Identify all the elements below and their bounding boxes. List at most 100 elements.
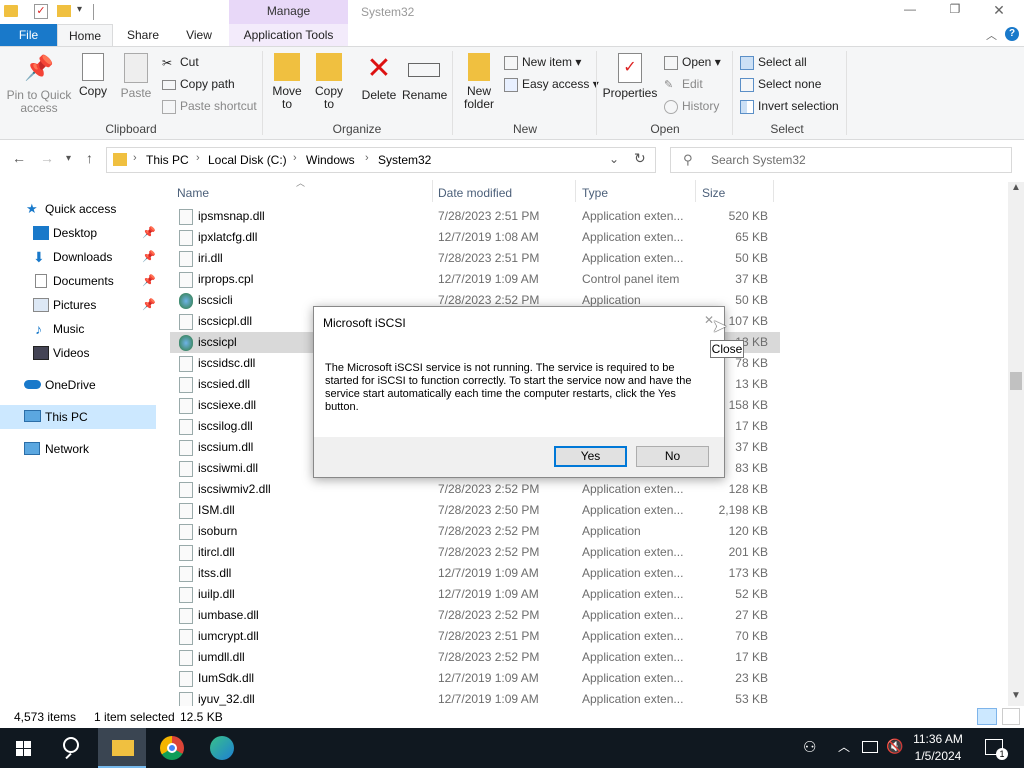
new-folder-quick-icon[interactable]	[57, 5, 71, 17]
table-row[interactable]: iumbase.dll 7/28/2023 2:52 PM Application …	[170, 605, 780, 626]
nav-onedrive[interactable]: OneDrive	[0, 373, 156, 397]
paste-shortcut-button[interactable]: Paste shortcut	[162, 97, 257, 115]
breadcrumb-chevron-icon[interactable]: ›	[196, 152, 200, 164]
details-view-icon[interactable]	[977, 708, 997, 725]
edge-taskbar-button[interactable]	[198, 728, 246, 768]
table-row[interactable]: isoburn 7/28/2023 2:52 PM Application 120 K…	[170, 521, 780, 542]
move-to-button[interactable]: Move to	[268, 53, 306, 111]
address-box[interactable]: › This PC › Local Disk (C:) › Windows › …	[106, 147, 656, 173]
forward-arrow-icon[interactable]: →	[40, 150, 54, 166]
nav-this-pc[interactable]: This PC	[0, 405, 156, 429]
yes-button[interactable]: Yes	[554, 446, 627, 467]
pin-icon[interactable]: 📌	[142, 269, 156, 293]
easy-access-button[interactable]: Easy access ▾	[504, 75, 599, 93]
nav-pictures[interactable]: Pictures 📌	[0, 293, 156, 317]
show-hidden-icons-icon[interactable]: ︿	[838, 738, 850, 755]
search-box[interactable]: ⚲ Search System32	[670, 147, 1012, 173]
column-divider[interactable]	[695, 180, 696, 202]
nav-documents[interactable]: Documents 📌	[0, 269, 156, 293]
open-button[interactable]: Open ▾	[664, 53, 721, 71]
refresh-icon[interactable]: ↻	[634, 150, 646, 167]
pin-to-quick-access-button[interactable]: 📌 Pin to Quick access	[4, 53, 74, 115]
new-folder-button[interactable]: New folder	[460, 53, 498, 111]
chrome-taskbar-button[interactable]	[148, 728, 196, 768]
recent-locations-icon[interactable]: ▾	[66, 153, 71, 164]
network-tray-icon[interactable]	[862, 741, 878, 753]
paste-button[interactable]: Paste	[118, 53, 154, 100]
table-row[interactable]: iumdll.dll 7/28/2023 2:52 PM Application e…	[170, 647, 780, 668]
search-taskbar-button[interactable]	[48, 728, 96, 768]
table-row[interactable]: iumcrypt.dll 7/28/2023 2:51 PM Application…	[170, 626, 780, 647]
vertical-scrollbar[interactable]: ▲ ▼	[1008, 182, 1024, 706]
close-window-button[interactable]: ✕	[984, 2, 1014, 19]
breadcrumb-system32[interactable]: System32	[378, 153, 431, 167]
pin-icon[interactable]: 📌	[142, 293, 156, 317]
properties-quick-icon[interactable]: ✓	[34, 4, 48, 19]
address-dropdown-icon[interactable]: ⌄	[609, 152, 619, 166]
help-icon[interactable]: ?	[1005, 27, 1019, 41]
up-arrow-icon[interactable]: ↑	[86, 150, 93, 166]
tab-file[interactable]: File	[0, 24, 57, 46]
search-input[interactable]: Search System32	[711, 153, 806, 167]
column-header-type[interactable]: Type	[582, 186, 608, 200]
column-header-date[interactable]: Date modified	[438, 186, 512, 200]
nav-network[interactable]: Network	[0, 437, 156, 461]
breadcrumb-local-disk[interactable]: Local Disk (C:)	[208, 153, 287, 167]
column-header-name[interactable]: Name	[177, 186, 209, 200]
clock-time[interactable]: 11:36 AM	[908, 732, 968, 746]
start-button[interactable]	[0, 728, 48, 768]
breadcrumb-windows[interactable]: Windows	[306, 153, 355, 167]
breadcrumb-chevron-icon[interactable]: ›	[133, 152, 137, 164]
new-item-button[interactable]: New item ▾	[504, 53, 581, 71]
column-divider[interactable]	[773, 180, 774, 202]
large-icons-view-icon[interactable]	[1002, 708, 1020, 725]
scroll-thumb[interactable]	[1010, 372, 1022, 390]
tab-share[interactable]: Share	[116, 24, 170, 46]
table-row[interactable]: iuilp.dll 12/7/2019 1:09 AM Application ex…	[170, 584, 780, 605]
scroll-up-icon[interactable]: ▲	[1011, 182, 1021, 193]
table-row[interactable]: iscsiwmiv2.dll 7/28/2023 2:52 PM Applicati…	[170, 479, 780, 500]
maximize-button[interactable]: ❐	[940, 2, 970, 16]
breadcrumb-chevron-icon[interactable]: ›	[293, 152, 297, 164]
copy-button[interactable]: Copy	[76, 53, 110, 98]
edit-button[interactable]: ✎ Edit	[664, 75, 703, 93]
volume-muted-icon[interactable]: 🔇	[886, 738, 903, 755]
nav-music[interactable]: ♪ Music	[0, 317, 156, 341]
tab-home[interactable]: Home	[57, 24, 113, 46]
clock-date[interactable]: 1/5/2024	[908, 749, 968, 763]
delete-button[interactable]: ✕ Delete	[358, 53, 400, 102]
table-row[interactable]: ipsmsnap.dll 7/28/2023 2:51 PM Application…	[170, 206, 780, 227]
breadcrumb-this-pc[interactable]: This PC	[146, 153, 189, 167]
no-button[interactable]: No	[636, 446, 709, 467]
properties-button[interactable]: ✓ Properties	[602, 53, 658, 100]
scroll-down-icon[interactable]: ▼	[1011, 690, 1021, 701]
rename-button[interactable]: Rename	[402, 53, 447, 102]
select-all-button[interactable]: Select all	[740, 53, 807, 71]
pin-icon[interactable]: 📌	[142, 245, 156, 269]
nav-quick-access[interactable]: ★ Quick access	[0, 197, 156, 221]
tab-view[interactable]: View	[174, 24, 224, 46]
copy-path-button[interactable]: Copy path	[162, 75, 235, 93]
pin-icon[interactable]: 📌	[142, 221, 156, 245]
table-row[interactable]: ISM.dll 7/28/2023 2:50 PM Application exte…	[170, 500, 780, 521]
back-arrow-icon[interactable]: ←	[12, 150, 26, 166]
customize-quick-access-icon[interactable]: ▾	[77, 4, 82, 15]
copy-to-button[interactable]: Copy to	[310, 53, 348, 111]
column-divider[interactable]	[575, 180, 576, 202]
column-divider[interactable]	[432, 180, 433, 202]
table-row[interactable]: IumSdk.dll 12/7/2019 1:09 AM Application e…	[170, 668, 780, 689]
nav-downloads[interactable]: ⬇ Downloads 📌	[0, 245, 156, 269]
cut-button[interactable]: ✂ Cut	[162, 53, 199, 71]
file-explorer-taskbar-button[interactable]	[98, 728, 146, 768]
table-row[interactable]: iri.dll 7/28/2023 2:51 PM Application exte…	[170, 248, 780, 269]
expand-ribbon-icon[interactable]: ︿	[986, 27, 997, 43]
table-row[interactable]: iyuv_32.dll 12/7/2019 1:09 AM Application …	[170, 689, 780, 706]
manage-contextual-tab[interactable]: Manage	[229, 0, 348, 24]
column-header-size[interactable]: Size	[702, 186, 725, 200]
select-none-button[interactable]: Select none	[740, 75, 821, 93]
history-button[interactable]: History	[664, 97, 719, 115]
table-row[interactable]: irprops.cpl 12/7/2019 1:09 AM Control pane…	[170, 269, 780, 290]
table-row[interactable]: ipxlatcfg.dll 12/7/2019 1:08 AM Applicatio…	[170, 227, 780, 248]
nav-videos[interactable]: Videos	[0, 341, 156, 365]
tab-application-tools[interactable]: Application Tools	[229, 24, 348, 46]
